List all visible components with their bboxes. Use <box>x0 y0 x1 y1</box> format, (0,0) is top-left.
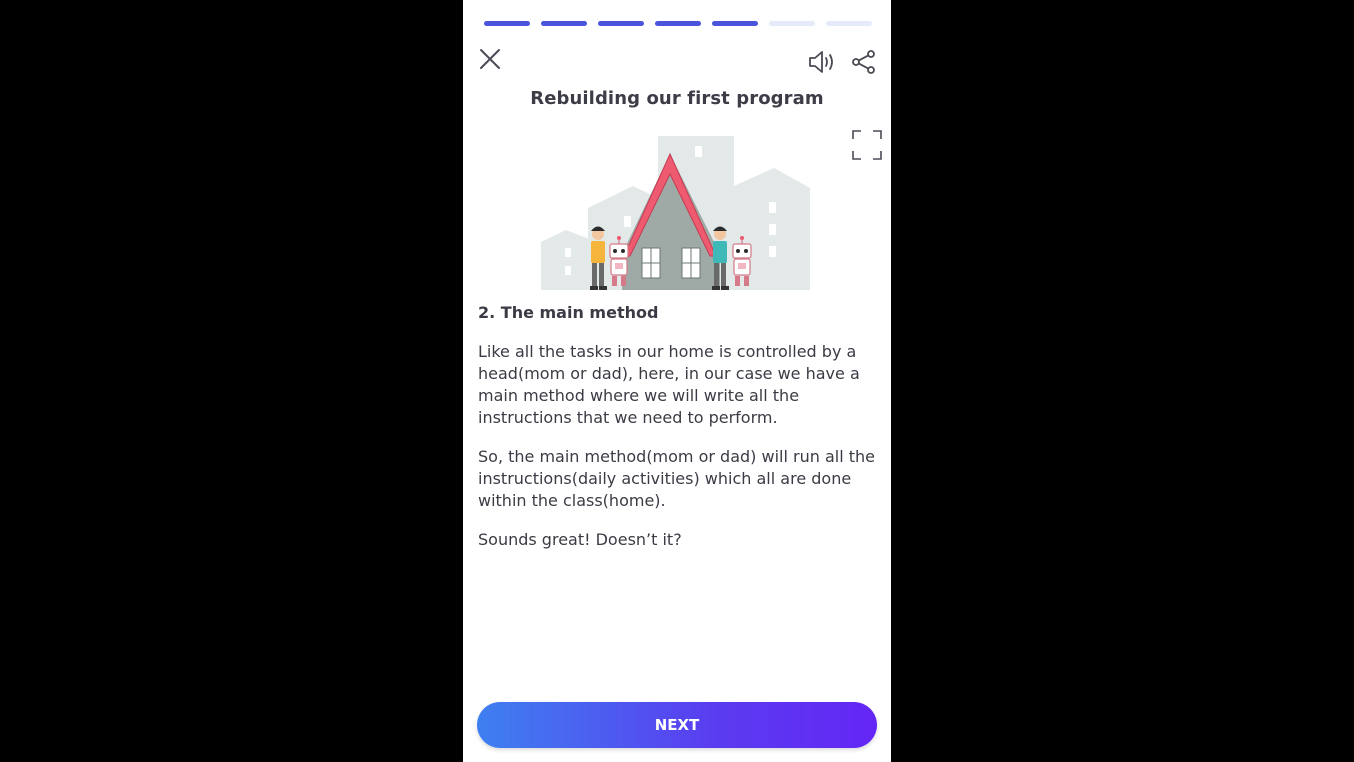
lesson-content: 2. The main method Like all the tasks in… <box>478 302 876 568</box>
progress-segment-complete <box>541 21 587 26</box>
paragraph-1: Like all the tasks in our home is contro… <box>478 342 860 427</box>
lesson-title: Rebuilding our first program <box>530 88 824 109</box>
progress-segment-complete <box>484 21 530 26</box>
close-icon[interactable] <box>477 45 503 73</box>
speaker-icon[interactable] <box>807 48 837 76</box>
paragraph-3: Sounds great! Doesn’t it? <box>478 530 682 549</box>
progress-segment-complete <box>655 21 701 26</box>
progress-bar <box>484 21 872 26</box>
lesson-screen: Rebuilding our first program 2. The main… <box>463 0 891 762</box>
progress-segment-pending <box>769 21 815 26</box>
fullscreen-icon[interactable] <box>850 128 884 162</box>
section-heading: 2. The main method <box>478 303 659 322</box>
progress-segment-complete <box>598 21 644 26</box>
progress-segment-pending <box>826 21 872 26</box>
lesson-illustration <box>541 136 810 290</box>
share-icon[interactable] <box>850 48 878 76</box>
paragraph-2: So, the main method(mom or dad) will run… <box>478 447 875 510</box>
progress-segment-complete <box>712 21 758 26</box>
next-button[interactable]: NEXT <box>477 702 877 748</box>
